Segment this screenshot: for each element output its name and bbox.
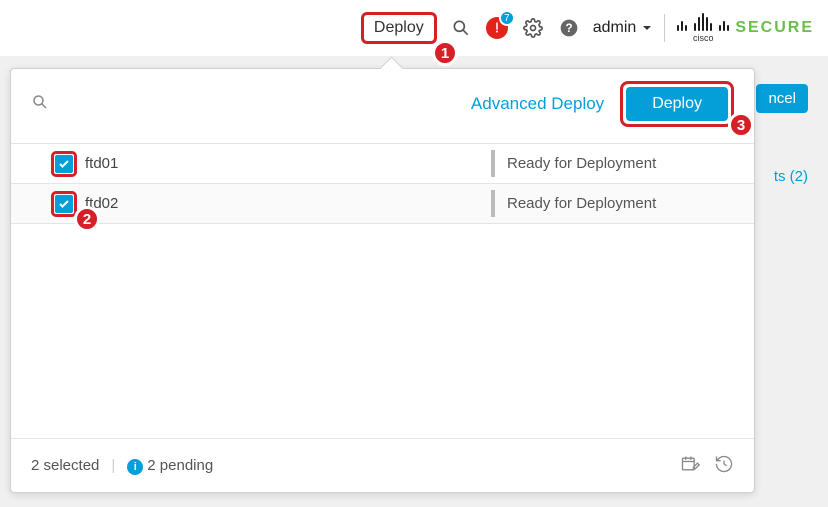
user-menu[interactable]: admin <box>593 19 653 37</box>
row-divider <box>491 150 495 177</box>
search-icon[interactable] <box>31 93 49 116</box>
deploy-menu-label: Deploy <box>374 19 424 36</box>
device-checkbox-highlight <box>51 191 77 217</box>
device-checkbox[interactable] <box>55 195 73 213</box>
background-link[interactable]: ts (2) <box>774 168 808 185</box>
brand-secure-text: SECURE <box>735 19 814 37</box>
search-icon[interactable] <box>449 16 473 40</box>
background-cancel-button[interactable]: ncel <box>756 84 808 113</box>
panel-header: Advanced Deploy Deploy <box>11 69 754 143</box>
advanced-deploy-link[interactable]: Advanced Deploy <box>471 94 604 114</box>
brand-logo: cisco SECURE <box>677 13 814 43</box>
device-status-label: Ready for Deployment <box>507 195 656 212</box>
footer-separator: | <box>111 457 115 474</box>
device-status-label: Ready for Deployment <box>507 155 656 172</box>
callout-1: 1 <box>432 40 458 66</box>
topbar: Deploy 7 ? admin cisco SECURE <box>0 0 828 56</box>
device-name-label: ftd01 <box>85 155 118 172</box>
alert-icon[interactable]: 7 <box>485 16 509 40</box>
help-icon[interactable]: ? <box>557 16 581 40</box>
pending-count-label: 2 pending <box>147 457 213 474</box>
svg-text:?: ? <box>565 22 572 35</box>
selected-count-label: 2 selected <box>31 457 99 474</box>
device-row[interactable]: ftd02 Ready for Deployment <box>11 184 754 224</box>
deploy-button[interactable]: Deploy <box>626 87 728 121</box>
device-checkbox[interactable] <box>55 155 73 173</box>
user-label: admin <box>593 19 637 37</box>
cisco-logo-icon <box>677 13 729 31</box>
alert-badge: 7 <box>499 10 515 26</box>
callout-2: 2 <box>74 206 100 232</box>
topbar-divider <box>664 14 665 42</box>
info-icon: i <box>127 459 143 475</box>
deploy-panel: Advanced Deploy Deploy ftd01 Ready for D… <box>10 68 755 493</box>
brand-cisco-text: cisco <box>677 33 729 43</box>
history-icon[interactable] <box>714 454 734 478</box>
gear-icon[interactable] <box>521 16 545 40</box>
deploy-menu-button[interactable]: Deploy <box>361 12 437 44</box>
device-row[interactable]: ftd01 Ready for Deployment <box>11 144 754 184</box>
chevron-down-icon <box>642 23 652 33</box>
pending-wrap: i2 pending <box>127 457 213 475</box>
deploy-button-highlight: Deploy <box>620 81 734 127</box>
device-checkbox-highlight <box>51 151 77 177</box>
callout-3: 3 <box>728 112 754 138</box>
schedule-icon[interactable] <box>680 454 700 478</box>
row-divider <box>491 190 495 217</box>
device-list: ftd01 Ready for Deployment ftd02 Ready f… <box>11 143 754 438</box>
panel-footer: 2 selected | i2 pending <box>11 438 754 492</box>
